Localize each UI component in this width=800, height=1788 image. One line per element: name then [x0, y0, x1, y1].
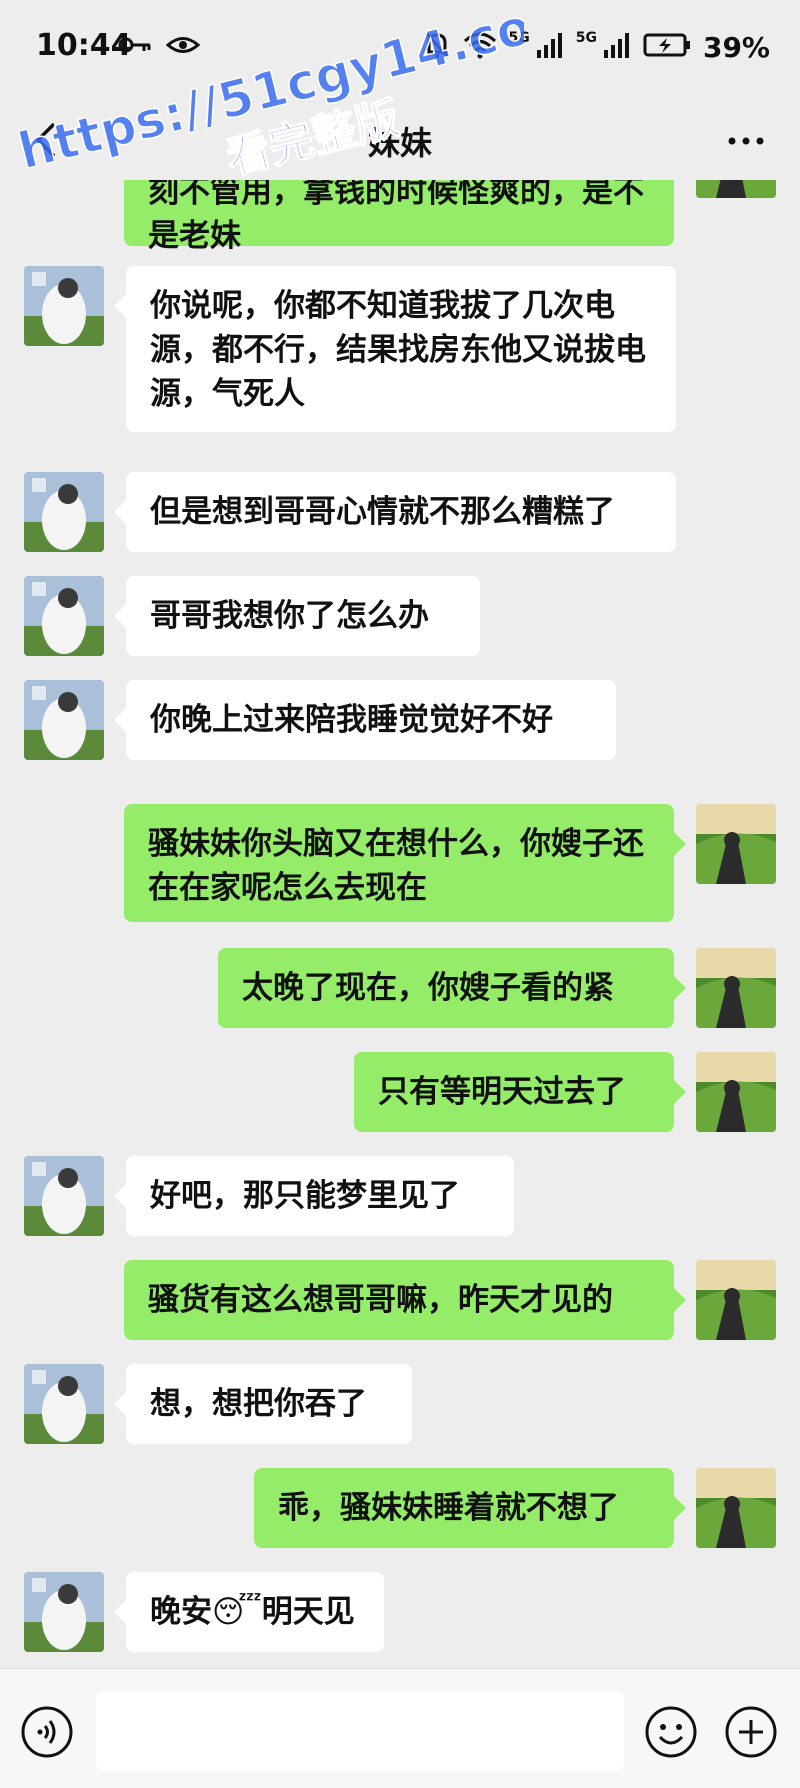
input-bar: [0, 1668, 800, 1788]
contact-avatar[interactable]: [24, 1572, 104, 1652]
more-options-icon[interactable]: [724, 126, 768, 156]
contact-avatar[interactable]: [24, 576, 104, 656]
emoji-icon[interactable]: [644, 1705, 698, 1759]
message-bubble-outgoing[interactable]: 骚妹妹你头脑又在想什么，你嫂子还在在家呢怎么去现在: [124, 804, 686, 922]
status-icons-left: [118, 34, 201, 60]
message-input[interactable]: [96, 1691, 624, 1771]
contact-avatar[interactable]: [24, 1156, 104, 1236]
message-bubble-outgoing[interactable]: 太晚了现在，你嫂子看的紧: [218, 948, 686, 1028]
message-bubble-incoming[interactable]: 你晚上过来陪我睡觉觉好不好: [114, 680, 616, 760]
eye-icon: [165, 34, 201, 60]
contact-avatar[interactable]: [24, 1364, 104, 1444]
mute-bell-icon: [423, 30, 451, 64]
my-avatar[interactable]: [696, 804, 776, 884]
message-bubble-incoming[interactable]: 你说呢，你都不知道我拔了几次电源，都不行，结果找房东他又说拔电源，气死人: [114, 266, 676, 432]
my-avatar[interactable]: [696, 1052, 776, 1132]
my-avatar[interactable]: [696, 1260, 776, 1340]
wifi-icon: [463, 31, 497, 63]
message-bubble-incoming[interactable]: 哥哥我想你了怎么办: [114, 576, 480, 656]
my-avatar[interactable]: [696, 180, 776, 198]
chat-area[interactable]: 刻不管用，拿钱的时候怪爽的，是不是老妹 你说呢，你都不知道我拔了几次电源，都不行…: [0, 180, 800, 1668]
message-bubble-outgoing[interactable]: 只有等明天过去了: [354, 1052, 686, 1132]
message-bubble-outgoing[interactable]: 乖，骚妹妹睡着就不想了: [254, 1468, 686, 1548]
chat-title: 妹妹: [367, 124, 432, 162]
message-bubble-incoming[interactable]: 想，想把你吞了: [114, 1364, 412, 1444]
plus-icon[interactable]: [724, 1705, 778, 1759]
contact-avatar[interactable]: [24, 266, 104, 346]
battery-level: 39%: [702, 30, 770, 64]
key-icon: [118, 34, 152, 60]
my-avatar[interactable]: [696, 948, 776, 1028]
status-bar: 10:44 5G 5G 39%: [0, 0, 800, 100]
message-bubble-incoming[interactable]: 好吧，那只能梦里见了: [114, 1156, 514, 1236]
voice-icon[interactable]: [20, 1705, 74, 1759]
signal-icon: [603, 32, 631, 62]
my-avatar[interactable]: [696, 1468, 776, 1548]
network-label-a: 5G: [508, 30, 530, 46]
contact-avatar[interactable]: [24, 472, 104, 552]
message-bubble-incoming[interactable]: 晚安😴明天见: [114, 1572, 384, 1652]
message-bubble-incoming[interactable]: 但是想到哥哥心情就不那么糟糕了: [114, 472, 676, 552]
signal-icon: [536, 32, 564, 62]
status-icons-right: 5G 5G 39%: [423, 30, 770, 64]
contact-avatar[interactable]: [24, 680, 104, 760]
battery-icon: [643, 32, 691, 62]
message-bubble-outgoing[interactable]: 刻不管用，拿钱的时候怪爽的，是不是老妹: [124, 180, 674, 254]
nav-bar: 妹妹: [0, 100, 800, 180]
network-label-b: 5G: [575, 30, 597, 46]
message-bubble-outgoing[interactable]: 骚货有这么想哥哥嘛，昨天才见的: [124, 1260, 686, 1340]
